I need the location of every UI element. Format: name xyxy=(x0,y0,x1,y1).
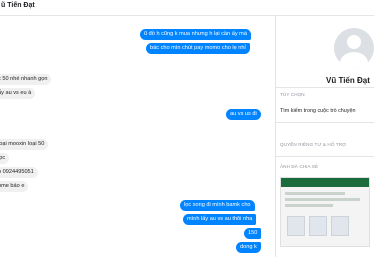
section-header-privacy-support[interactable]: QUYỀN RIÊNG TƯ & HỖ TRỢ xyxy=(280,142,346,147)
divider xyxy=(276,87,374,88)
conversation-title[interactable]: ũ Tiến Đạt xyxy=(1,2,35,9)
message-outgoing[interactable]: lọc xong đi mình bamk cho xyxy=(180,200,255,211)
message-incoming[interactable]: ome báo e xyxy=(0,181,29,192)
product-image xyxy=(309,216,327,236)
product-image xyxy=(331,216,349,236)
conversation-info-panel: Vũ Tiến Đạt TÙY CHỌN Tìm kiếm trong cuộc… xyxy=(276,16,374,257)
section-header-shared-photos[interactable]: ẢNH ĐÃ CHIA SẺ xyxy=(280,164,318,169)
user-silhouette-icon xyxy=(347,35,361,49)
message-outgoing[interactable]: bác cho mìn chút pay momo cho lẹ nhỉ xyxy=(146,43,250,54)
profile-name[interactable]: Vũ Tiến Đạt xyxy=(326,76,370,85)
divider xyxy=(276,156,374,157)
message-outgoing[interactable]: au vs us đi xyxy=(226,109,261,120)
search-in-conversation-link[interactable]: Tìm kiếm trong cuộc trò chuyện xyxy=(280,108,356,114)
product-image xyxy=(287,216,305,236)
message-incoming[interactable]: c 50 nhé nhanh gọn xyxy=(0,74,52,85)
message-incoming[interactable]: o 0924495051 xyxy=(0,167,38,178)
section-header-options[interactable]: TÙY CHỌN xyxy=(280,92,305,97)
message-outgoing[interactable]: ũ đồ h cũng k mua nhưng h lại cần ấy mà xyxy=(140,29,251,40)
conversation-header: ũ Tiến Đạt xyxy=(0,0,374,16)
avatar[interactable] xyxy=(334,28,374,68)
message-list[interactable]: ũ đồ h cũng k mua nhưng h lại cần ấy mà … xyxy=(0,16,275,257)
message-incoming[interactable]: ấy au vs eu à xyxy=(0,88,36,99)
shared-photo-thumbnail[interactable] xyxy=(280,177,370,247)
divider xyxy=(276,122,374,123)
message-incoming[interactable]: loại mooxin loại 50 xyxy=(0,139,49,150)
message-outgoing[interactable]: 150 xyxy=(244,228,262,239)
message-outgoing[interactable]: dong k xyxy=(236,242,261,253)
message-incoming[interactable]: lọc xyxy=(0,153,10,164)
message-outgoing[interactable]: mình lấy au vs au thôi nha xyxy=(183,214,257,225)
